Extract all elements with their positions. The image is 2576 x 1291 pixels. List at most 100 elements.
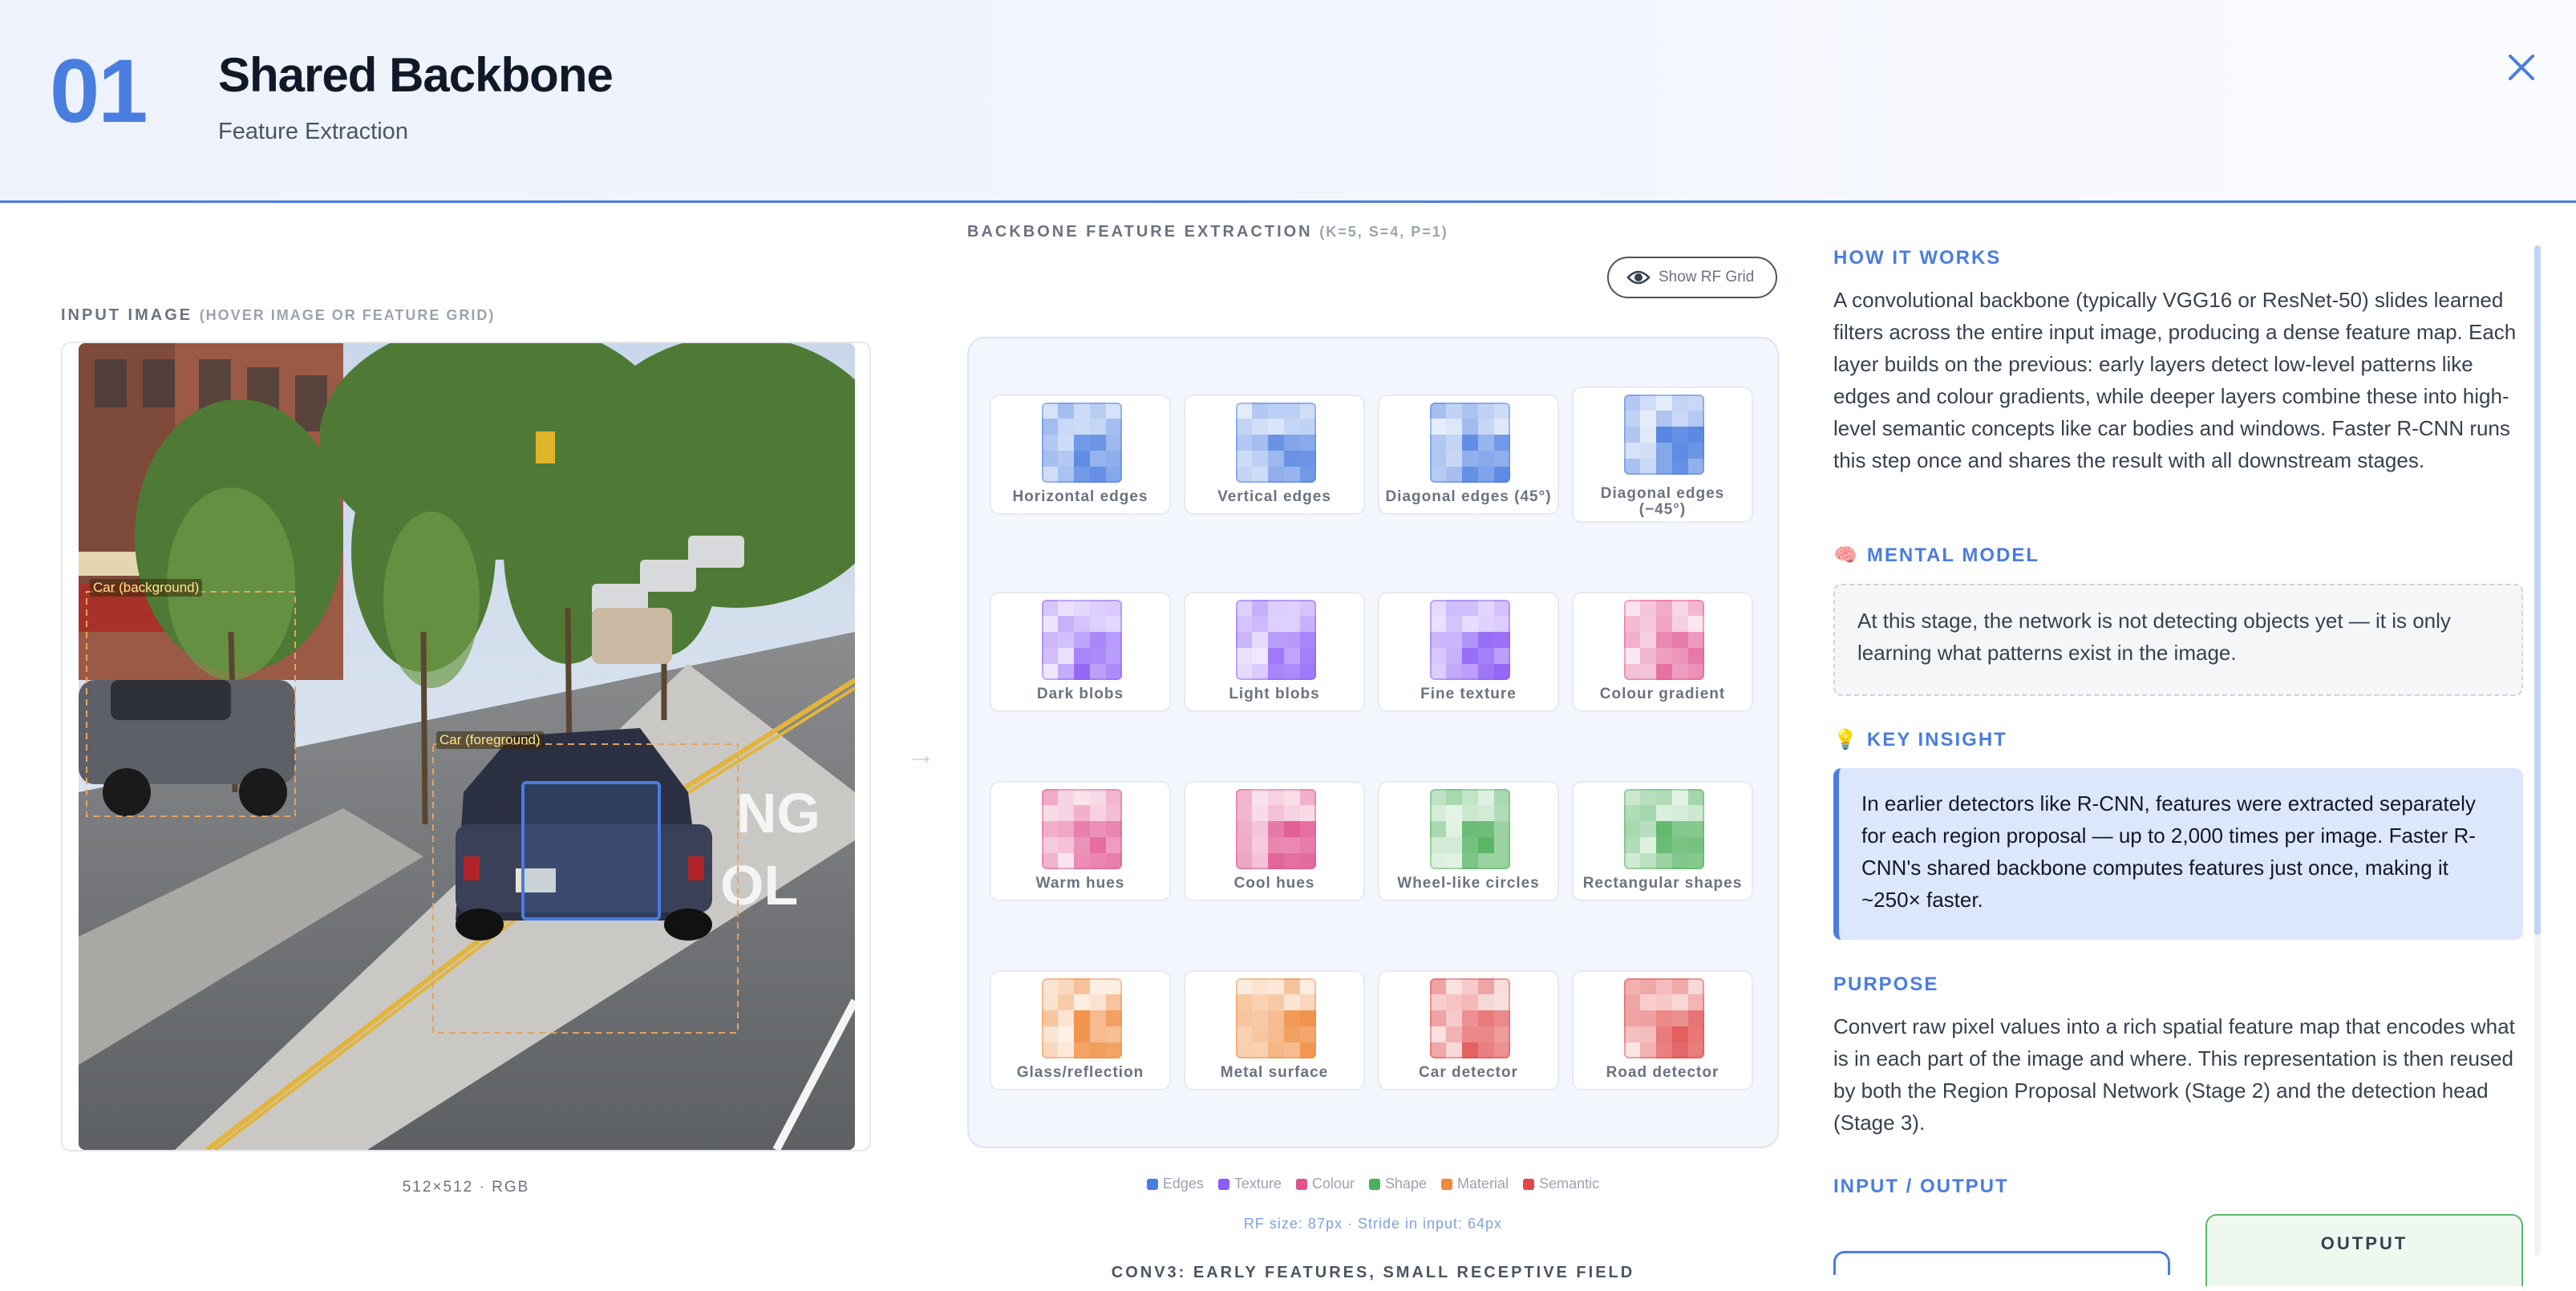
image-dimensions: 512×512 · RGB: [402, 1179, 530, 1196]
legend-label: Texture: [1233, 1176, 1282, 1192]
road-text-2: OL: [720, 854, 798, 917]
feature-label: Road detector: [1606, 1064, 1719, 1081]
key-insight-heading: 💡 KEY INSIGHT: [1833, 728, 2007, 751]
page-title: Shared Backbone: [218, 48, 614, 102]
feature-heatmap: [1236, 978, 1316, 1058]
feature-cell[interactable]: Wheel-like circles: [1378, 781, 1559, 901]
legend-item: Shape: [1368, 1176, 1428, 1192]
legend-item: Colour: [1295, 1176, 1355, 1192]
feature-heatmap: [1042, 403, 1122, 483]
feature-heatmap: [1042, 600, 1122, 680]
feature-cell[interactable]: Diagonal edges (45°): [1378, 395, 1559, 515]
input-image-title: INPUT IMAGE: [61, 306, 193, 324]
flow-arrow-icon: →: [906, 738, 935, 771]
feature-label: Warm hues: [1035, 875, 1125, 892]
legend-item: Semantic: [1523, 1176, 1599, 1192]
feature-heatmap: [1236, 789, 1316, 869]
step-number: 01: [50, 41, 148, 141]
feature-label: Colour gradient: [1599, 686, 1726, 702]
feature-cell[interactable]: Diagonal edges (−45°): [1572, 386, 1753, 523]
feature-cell[interactable]: Metal surface: [1184, 970, 1365, 1091]
input-output-heading: INPUT / OUTPUT: [1833, 1176, 2009, 1197]
feature-heatmap: [1624, 600, 1704, 680]
receptive-field-info: RF size: 87px · Stride in input: 64px: [1243, 1216, 1503, 1232]
legend-swatch: [1368, 1178, 1380, 1190]
layer-caption: CONV3: EARLY FEATURES, SMALL RECEPTIVE F…: [1111, 1264, 1635, 1281]
feature-heatmap: [1042, 978, 1122, 1058]
backbone-params: (K=5, S=4, P=1): [1319, 224, 1448, 240]
feature-heatmap: [1430, 403, 1510, 483]
feature-label: Diagonal edges (−45°): [1600, 485, 1725, 518]
mental-model-heading: 🧠 MENTAL MODEL: [1833, 544, 2039, 567]
feature-label: Metal surface: [1220, 1064, 1329, 1081]
mental-model-box: At this stage, the network is not detect…: [1833, 584, 2523, 696]
io-output-card: OUTPUT: [2205, 1214, 2523, 1286]
feature-cell[interactable]: Dark blobs: [990, 592, 1171, 712]
legend-swatch: [1295, 1178, 1307, 1190]
backbone-title: BACKBONE FEATURE EXTRACTION: [967, 223, 1313, 241]
feature-cell[interactable]: Horizontal edges: [990, 395, 1171, 515]
purpose-heading: PURPOSE: [1833, 973, 1939, 995]
mental-model-title: MENTAL MODEL: [1866, 544, 2039, 566]
lightbulb-icon: 💡: [1833, 729, 1859, 751]
detection-label-background-car: Car (background): [90, 579, 203, 597]
close-button[interactable]: [2502, 48, 2541, 87]
how-it-works-heading: HOW IT WORKS: [1833, 247, 2002, 269]
purpose-text: Convert raw pixel values into a rich spa…: [1833, 1014, 2515, 1135]
legend-label: Colour: [1311, 1176, 1355, 1192]
feature-legend: Edges Texture Colour Shape Material Semantic: [967, 1176, 1779, 1192]
feature-heatmap: [1430, 978, 1510, 1058]
legend-label: Edges: [1162, 1176, 1204, 1192]
feature-cell[interactable]: Cool hues: [1184, 781, 1365, 901]
close-icon: [2509, 55, 2534, 80]
legend-item: Edges: [1146, 1176, 1204, 1192]
feature-label: Horizontal edges: [1012, 488, 1148, 505]
input-image-hint: (HOVER IMAGE OR FEATURE GRID): [199, 307, 496, 323]
feature-cell[interactable]: Glass/reflection: [990, 970, 1171, 1091]
legend-label: Material: [1457, 1176, 1509, 1192]
key-insight-title: KEY INSIGHT: [1866, 728, 2007, 751]
feature-heatmap: [1430, 600, 1510, 680]
feature-cell[interactable]: Light blobs: [1184, 592, 1365, 712]
legend-item: Texture: [1217, 1176, 1282, 1192]
feature-label: Vertical edges: [1217, 488, 1331, 505]
show-rf-grid-label: Show RF Grid: [1659, 269, 1755, 285]
feature-cell[interactable]: Colour gradient: [1572, 592, 1753, 712]
feature-label: Rectangular shapes: [1582, 875, 1743, 892]
feature-label: Dark blobs: [1036, 686, 1124, 702]
feature-cell[interactable]: Warm hues: [990, 781, 1171, 901]
feature-label: Light blobs: [1229, 686, 1320, 702]
scrollbar-thumb[interactable]: [2534, 245, 2541, 935]
feature-heatmap: [1236, 600, 1316, 680]
street-photo[interactable]: NG OL Car (background) Car (foreground): [79, 343, 855, 1150]
feature-cell[interactable]: Vertical edges: [1184, 395, 1365, 515]
feature-heatmap: [1236, 403, 1316, 483]
legend-swatch: [1217, 1178, 1229, 1190]
legend-swatch: [1441, 1178, 1453, 1190]
feature-heatmap: [1624, 978, 1704, 1058]
feature-cell[interactable]: Rectangular shapes: [1572, 781, 1753, 901]
feature-cell[interactable]: Road detector: [1572, 970, 1753, 1091]
input-image-frame[interactable]: NG OL Car (background) Car (foreground): [61, 342, 871, 1151]
brain-icon: 🧠: [1833, 544, 1859, 566]
feature-label: Cool hues: [1233, 875, 1315, 892]
feature-label: Car detector: [1419, 1064, 1518, 1081]
legend-swatch: [1523, 1178, 1535, 1190]
feature-heatmap: [1624, 789, 1704, 869]
how-it-works-text: A convolutional backbone (typically VGG1…: [1833, 288, 2517, 472]
feature-label: Glass/reflection: [1016, 1064, 1144, 1081]
feature-label: Fine texture: [1420, 686, 1517, 702]
legend-label: Shape: [1384, 1176, 1428, 1192]
road-text-1: NG: [736, 782, 820, 844]
io-input-card: [1833, 1251, 2170, 1275]
feature-heatmap: [1430, 789, 1510, 869]
feature-label: Wheel-like circles: [1397, 875, 1540, 892]
feature-heatmap: [1042, 789, 1122, 869]
feature-label: Diagonal edges (45°): [1385, 488, 1552, 505]
show-rf-grid-button[interactable]: Show RF Grid: [1607, 257, 1777, 298]
stage-header: 01 Shared Backbone Feature Extraction: [0, 0, 2576, 203]
page-subtitle: Feature Extraction: [218, 119, 408, 144]
feature-cell[interactable]: Car detector: [1378, 970, 1559, 1091]
detection-label-foreground-car: Car (foreground): [436, 731, 544, 749]
feature-cell[interactable]: Fine texture: [1378, 592, 1559, 712]
